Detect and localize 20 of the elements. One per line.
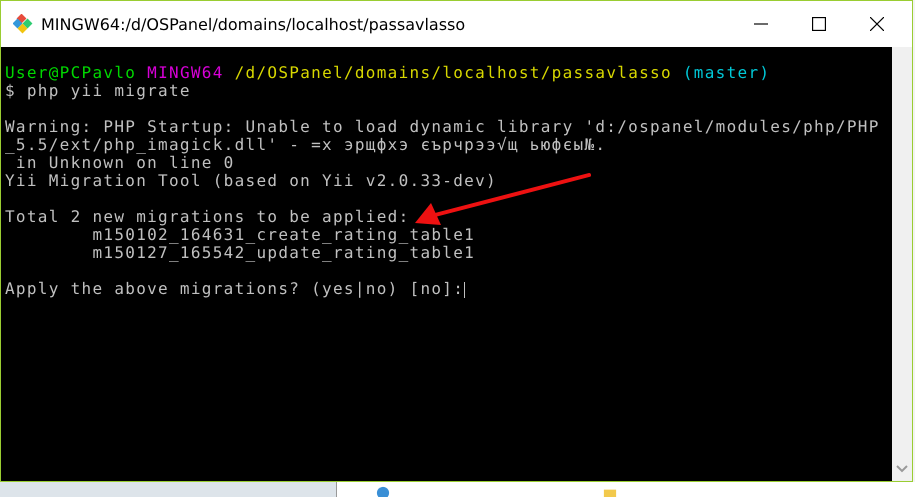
output-line: m150127_165542_update_rating_table1	[91, 243, 476, 262]
close-icon[interactable]	[870, 17, 884, 31]
output-line: $ php yii migrate	[5, 81, 191, 100]
prompt-text: User@PCPavlo	[5, 63, 136, 82]
output-line: _5.5/ext/php_imagick.dll' - =х эрщфхэ єърчрээ√щ ьюфєы№.	[5, 135, 606, 154]
output-line: Warning: PHP Startup: Unable to load dynamic library 'd:/ospanel/modules/php/PHP	[5, 117, 880, 136]
git-diamond-icon	[13, 14, 33, 34]
prompt-text: (master)	[682, 63, 770, 82]
prompt-text: MINGW64	[147, 63, 224, 82]
prompt-text: /d/OSPanel/domains/localhost/passavlasso	[234, 63, 672, 82]
output-line: Yii Migration Tool (based on Yii v2.0.33-dev)	[5, 171, 497, 190]
output-line: in Unknown on line 0	[16, 153, 235, 172]
output-line: m150102_164631_create_rating_table1	[91, 225, 476, 244]
globe-icon	[375, 486, 391, 497]
maximize-icon[interactable]	[812, 17, 826, 31]
output-line: Total 2 new migrations to be applied:	[5, 207, 410, 226]
folder-icon	[603, 487, 617, 497]
window-title: MINGW64:/d/OSPanel/domains/localhost/passavlasso	[41, 14, 466, 34]
prompt-question: Apply the above migrations? (yes|no) [no]:	[5, 279, 464, 298]
scrollbar[interactable]	[892, 47, 912, 481]
